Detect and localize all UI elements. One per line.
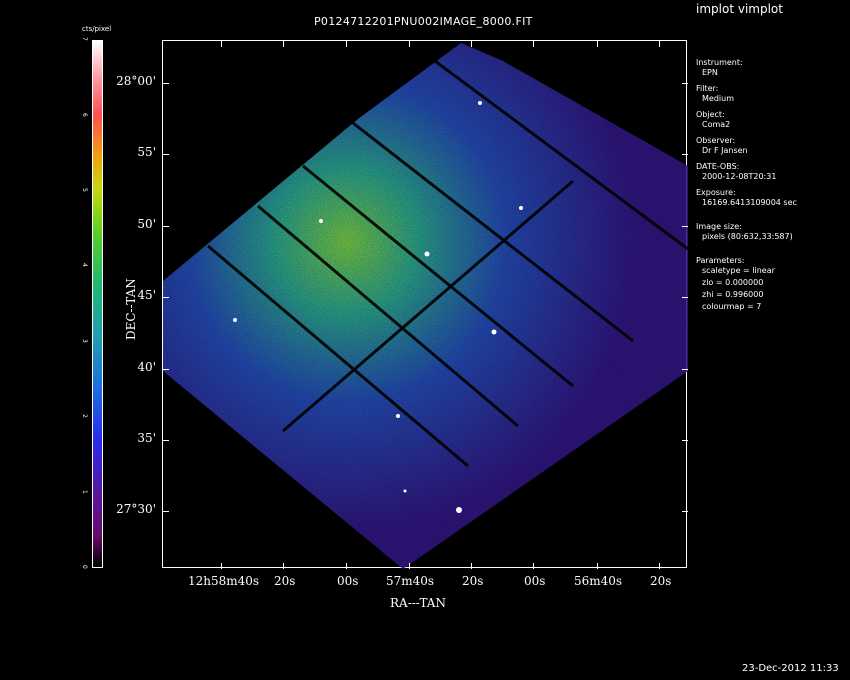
x-tick-label: 20s — [650, 574, 672, 588]
param-zlo: zlo = 0.000000 — [702, 278, 764, 287]
object-value: Coma2 — [702, 120, 731, 129]
colorbar-tick-label: 3 — [81, 338, 88, 343]
tick-mark — [471, 41, 472, 47]
instrument-label: Instrument: — [696, 58, 743, 67]
colorbar-tick-label: 4 — [81, 263, 88, 268]
tick-mark — [471, 563, 472, 569]
tick-mark — [682, 369, 688, 370]
parameters-label: Parameters: — [696, 256, 745, 265]
tick-mark — [163, 511, 169, 512]
instrument-value: EPN — [702, 68, 718, 77]
x-tick-label: 00s — [524, 574, 546, 588]
x-axis-label: RA---TAN — [390, 596, 446, 610]
x-tick-label: 56m40s — [574, 574, 623, 588]
date-obs-value: 2000-12-08T20:31 — [702, 172, 777, 181]
colorbar-tick-label: 5 — [81, 188, 88, 192]
y-tick-label: 55' — [137, 145, 156, 159]
tick-mark — [163, 297, 169, 298]
object-label: Object: — [696, 110, 725, 119]
x-tick-label: 12h58m40s — [188, 574, 260, 588]
colorbar-tick-label: 7 — [81, 37, 88, 42]
y-tick-label: 28°00' — [116, 74, 156, 88]
footer-timestamp: 23-Dec-2012 11:33 — [742, 663, 839, 674]
tick-mark — [221, 41, 222, 47]
colorbar — [92, 40, 103, 568]
tick-mark — [533, 41, 534, 47]
colorbar-tick-label: 0 — [81, 565, 88, 569]
tick-mark — [163, 369, 169, 370]
tick-mark — [283, 563, 284, 569]
info-panel: Instrument: EPN Filter: Medium Object: C… — [696, 58, 797, 312]
image-size-label: Image size: — [696, 222, 742, 231]
y-tick-label: 50' — [137, 217, 156, 231]
filter-value: Medium — [702, 94, 734, 103]
y-axis-label: DEC--TAN — [124, 278, 138, 340]
plot-title: P0124712201PNU002IMAGE_8000.FIT — [314, 15, 533, 28]
tick-mark — [163, 154, 169, 155]
tick-mark — [346, 41, 347, 47]
date-obs-label: DATE-OBS: — [696, 162, 740, 171]
filter-label: Filter: — [696, 84, 719, 93]
param-colourmap: colourmap = 7 — [702, 302, 762, 311]
tick-mark — [659, 41, 660, 47]
tick-mark — [163, 440, 169, 441]
y-tick-label: 35' — [137, 431, 156, 445]
tick-mark — [163, 226, 169, 227]
tick-mark — [682, 511, 688, 512]
exposure-value: 16169.6413109004 sec — [702, 198, 797, 207]
tick-mark — [283, 41, 284, 47]
x-tick-label: 20s — [274, 574, 296, 588]
x-tick-label: 00s — [337, 574, 359, 588]
tick-mark — [659, 563, 660, 569]
x-tick-label: 57m40s — [386, 574, 435, 588]
tick-mark — [682, 83, 688, 84]
tick-mark — [597, 41, 598, 47]
observer-value: Dr F Jansen — [702, 146, 748, 155]
tick-mark — [682, 440, 688, 441]
tick-mark — [682, 226, 688, 227]
colorbar-tick-label: 1 — [81, 489, 88, 494]
tick-mark — [346, 563, 347, 569]
tick-mark — [597, 563, 598, 569]
tick-mark — [409, 41, 410, 47]
tick-mark — [682, 154, 688, 155]
colorbar-tick-label: 2 — [81, 414, 88, 419]
sky-image — [163, 41, 688, 569]
tick-mark — [409, 563, 410, 569]
y-tick-label: 40' — [137, 360, 156, 374]
colorbar-tick-label: 6 — [81, 112, 88, 117]
param-zhi: zhi = 0.996000 — [702, 290, 764, 299]
param-scaletype: scaletype = linear — [702, 266, 775, 275]
tick-mark — [163, 83, 169, 84]
y-tick-label: 27°30' — [116, 502, 156, 516]
x-tick-label: 20s — [462, 574, 484, 588]
tick-mark — [533, 563, 534, 569]
observer-label: Observer: — [696, 136, 736, 145]
tick-mark — [221, 563, 222, 569]
colorbar-unit: cts/pixel — [82, 25, 112, 33]
exposure-label: Exposure: — [696, 188, 736, 197]
plot-area — [162, 40, 688, 569]
tick-mark — [682, 297, 688, 298]
window-title: implot vimplot — [696, 2, 783, 16]
image-size-value: pixels (80:632,33:587) — [702, 232, 793, 241]
y-tick-label: 45' — [137, 288, 156, 302]
